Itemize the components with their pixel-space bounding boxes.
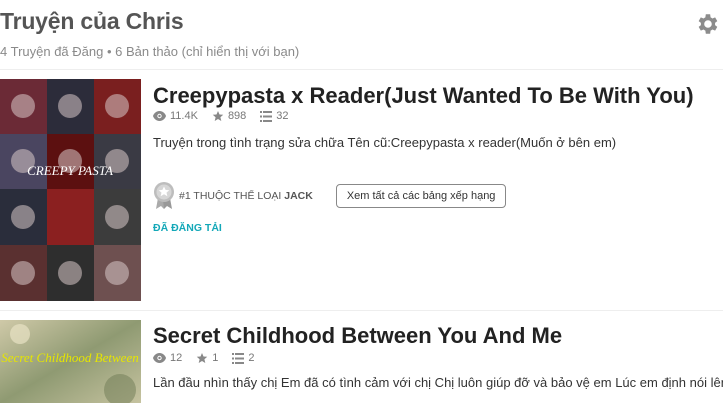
story-cover[interactable]: CREEPY PASTA [0,79,141,301]
story-title[interactable]: Creepypasta x Reader(Just Wanted To Be W… [153,83,694,109]
rank-text: #1 THUỘC THỂ LOẠI JACK [179,190,313,202]
star-icon [197,353,208,363]
story-card: CREEPY PASTA Creepypasta x Reader(Just W… [0,79,723,301]
page-title: Truyện của Chris [0,8,184,34]
story-divider [0,310,723,311]
rank-tag[interactable]: JACK [284,190,313,202]
status-badge: ĐÃ ĐĂNG TẢI [153,222,222,234]
story-card: Secret Childhood Between Secret Childhoo… [0,320,723,403]
cover-caption: Secret Childhood Between [1,350,138,365]
eye-icon [153,111,166,121]
votes-count: 1 [212,352,219,364]
view-all-rankings-button[interactable]: Xem tất cả các bảng xếp hạng [335,184,507,208]
award-badge-icon [154,182,174,209]
reads-count: 11.4K [170,110,198,122]
list-icon [260,110,273,122]
story-cover[interactable]: Secret Childhood Between [0,320,141,403]
list-icon [232,352,245,364]
reads-count: 12 [170,352,183,364]
star-icon [212,111,224,121]
story-meta: 11.4K 898 32 [153,110,289,122]
gear-icon[interactable] [694,11,720,37]
story-title[interactable]: Secret Childhood Between You And Me [153,323,562,349]
cover-caption: CREEPY PASTA [27,163,113,178]
votes-count: 898 [227,110,247,122]
ranking-row: #1 THUỘC THỂ LOẠI JACK Xem tất cả các bả… [153,182,507,210]
story-meta: 12 1 2 [153,352,255,364]
header-divider [0,69,723,70]
parts-count: 32 [276,110,289,122]
page-subtitle: 4 Truyện đã Đăng • 6 Bản thảo (chỉ hiển … [0,44,300,59]
parts-count: 2 [248,352,255,364]
story-description: Truyện trong tình trạng sửa chữa Tên cũ:… [153,135,617,150]
story-description: Lần đầu nhìn thấy chị Em đã có tình cảm … [153,375,723,390]
eye-icon [153,353,166,363]
